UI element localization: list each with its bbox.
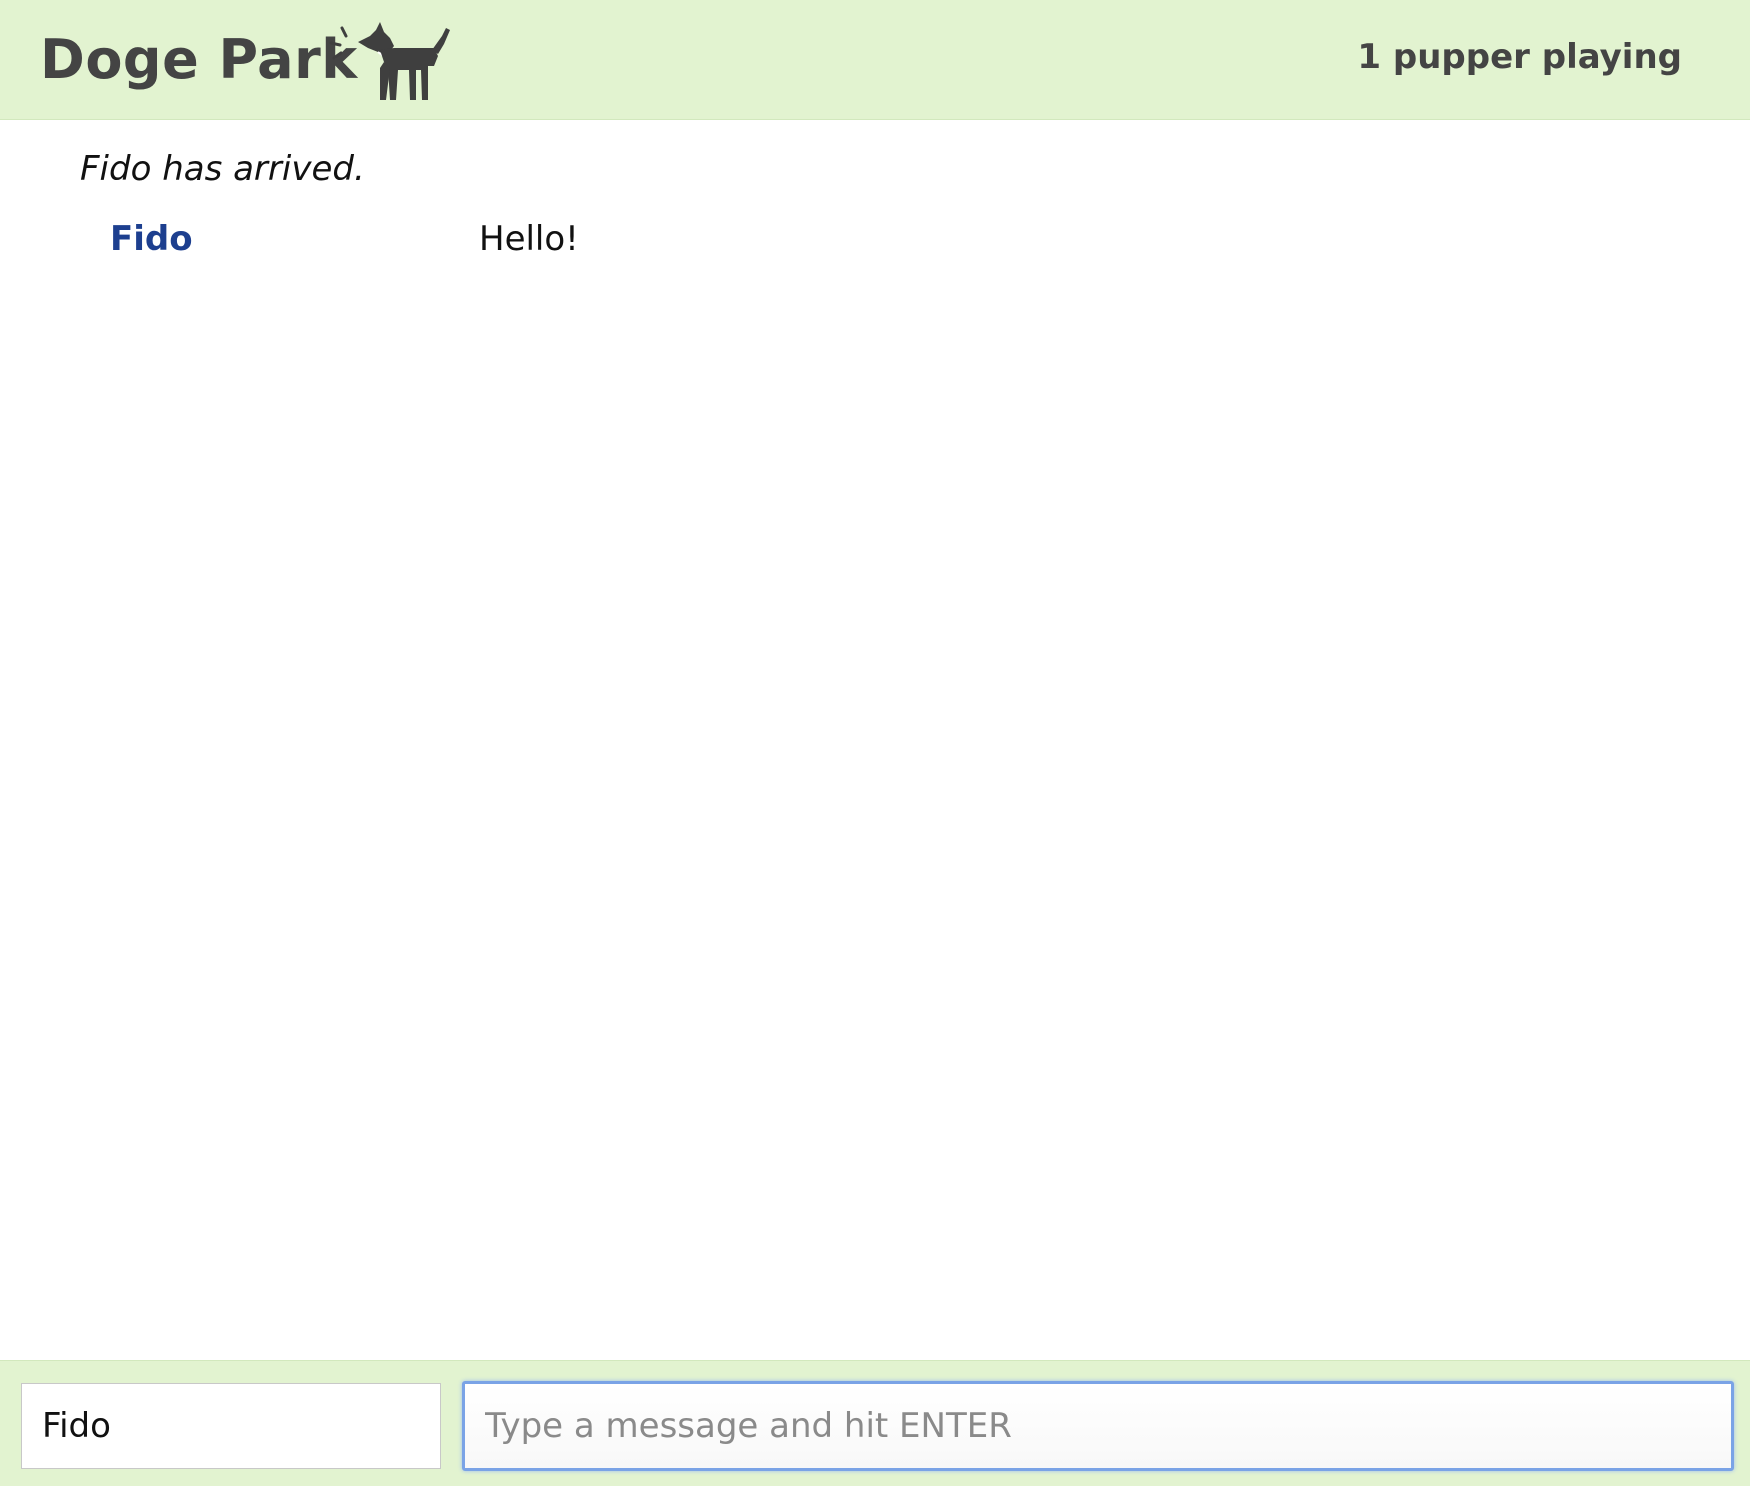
name-input[interactable] (21, 1383, 441, 1469)
input-bar (0, 1360, 1750, 1486)
chat-text: Hello! (479, 219, 579, 259)
message-input[interactable] (462, 1381, 1734, 1471)
doge-park-app: Doge Park 1 pupper playing Fido has arri… (0, 0, 1750, 1486)
system-message: Fido has arrived. (80, 149, 365, 189)
player-count: 1 pupper playing (1357, 37, 1682, 77)
chat-author: Fido (110, 219, 193, 259)
message-list: Fido has arrived. Fido Hello! (0, 120, 1750, 1360)
chat-message: Fido Hello! (80, 214, 1750, 264)
barking-dog-icon (329, 22, 450, 100)
page-title: Doge Park (40, 28, 358, 91)
header-bar: Doge Park 1 pupper playing (0, 0, 1750, 120)
